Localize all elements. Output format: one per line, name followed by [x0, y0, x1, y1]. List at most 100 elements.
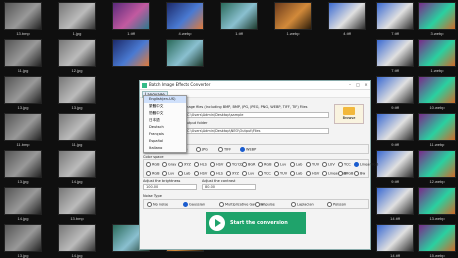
colorspace-radio[interactable]: RGB: [258, 162, 272, 167]
colorspace-radio[interactable]: HSV: [210, 162, 223, 167]
thumbnail-image[interactable]: [58, 150, 96, 178]
colorspace-radio[interactable]: XYZ: [178, 162, 191, 167]
thumbnail-image[interactable]: [418, 76, 456, 104]
language-option[interactable]: 簡體中文: [144, 110, 186, 117]
radio-dot-icon: [162, 162, 167, 167]
thumbnail-image[interactable]: [58, 224, 96, 252]
radio-dot-icon: [178, 171, 183, 176]
language-option[interactable]: Español: [144, 138, 186, 145]
thumbnail-image[interactable]: [112, 2, 150, 30]
thumbnail-image[interactable]: [4, 224, 42, 252]
noise-radio[interactable]: Laplacian: [291, 202, 314, 207]
colorspace-radio[interactable]: Luv: [274, 162, 286, 167]
colorspace-radio[interactable]: RGB: [146, 171, 160, 176]
thumbnail-image[interactable]: [58, 39, 96, 67]
colorspace-radio[interactable]: HSV: [306, 171, 319, 176]
thumbnail-image[interactable]: [376, 2, 414, 30]
colorspace-radio[interactable]: Lab: [290, 162, 302, 167]
colorspace-radio[interactable]: YUV: [274, 171, 287, 176]
language-option[interactable]: 日本語: [144, 117, 186, 124]
radio-dot-icon: [274, 171, 279, 176]
colorspace-radio[interactable]: Luv: [242, 171, 254, 176]
thumbnail-image[interactable]: [112, 39, 150, 67]
language-option[interactable]: Deutsch: [144, 124, 186, 131]
thumbnail-image[interactable]: [58, 76, 96, 104]
thumbnail-image[interactable]: [4, 76, 42, 104]
thumbnail-image[interactable]: [376, 113, 414, 141]
thumbnail-image[interactable]: [4, 39, 42, 67]
thumbnail-image[interactable]: [58, 187, 96, 215]
thumbnail-image[interactable]: [376, 76, 414, 104]
colorspace-label: XYZ: [232, 171, 239, 176]
noise-radio[interactable]: Poisson: [327, 202, 346, 207]
thumbnail-image[interactable]: [274, 2, 312, 30]
thumbnail-image[interactable]: [418, 113, 456, 141]
colorspace-radio[interactable]: sRGB: [338, 171, 353, 176]
thumbnail-image[interactable]: [418, 224, 456, 252]
folder-icon: [343, 107, 355, 115]
thumbnail-image[interactable]: [376, 224, 414, 252]
thumbnail-image[interactable]: [376, 150, 414, 178]
thumbnail-image[interactable]: [418, 150, 456, 178]
colorspace-label: Lab: [296, 171, 303, 176]
thumbnail-caption: 14.jpg: [17, 216, 29, 221]
brightness-input[interactable]: 100.00: [143, 184, 197, 190]
title-bar: Batch Image Effects Converter – □ ×: [140, 81, 370, 90]
colorspace-radio[interactable]: Gray: [162, 162, 176, 167]
colorspace-radio[interactable]: YCrCb: [226, 162, 243, 167]
noise-radio[interactable]: Gaussian: [183, 202, 205, 207]
thumbnail-image[interactable]: [376, 187, 414, 215]
format-radio[interactable]: TIFF: [218, 147, 231, 152]
browse-label: Browse: [342, 116, 356, 120]
start-conversion-button[interactable]: Start the conversion: [206, 212, 306, 234]
colorspace-radio[interactable]: HLS: [194, 162, 207, 167]
format-radio[interactable]: WEBP: [240, 147, 256, 152]
colorspace-radio[interactable]: LinearRGB: [354, 162, 378, 167]
colorspace-radio[interactable]: Luv: [162, 171, 174, 176]
language-option[interactable]: 繁體中文: [144, 103, 186, 110]
input-path-field[interactable]: C:\Users\Admin\Desktop\sample: [184, 112, 329, 118]
colorspace-radio[interactable]: RGB: [146, 162, 160, 167]
language-option[interactable]: Italiano: [144, 145, 186, 152]
thumbnail-caption: 13.jpg: [17, 253, 29, 258]
thumbnail-image[interactable]: [166, 2, 204, 30]
contrast-label: Adjust the contrast: [202, 179, 236, 183]
noise-radio[interactable]: No noise: [147, 202, 168, 207]
colorspace-radio[interactable]: Bw: [354, 171, 365, 176]
thumbnail-image[interactable]: [328, 2, 366, 30]
format-radio[interactable]: JPG: [196, 147, 208, 152]
thumbnail-image[interactable]: [376, 39, 414, 67]
maximize-icon[interactable]: □: [354, 81, 362, 89]
contrast-input[interactable]: 80.00: [202, 184, 256, 190]
thumbnail-image[interactable]: [4, 150, 42, 178]
thumbnail-image[interactable]: [4, 113, 42, 141]
thumbnail-image[interactable]: [166, 39, 204, 67]
thumbnail-image[interactable]: [58, 2, 96, 30]
noise-radio[interactable]: Impulse: [255, 202, 275, 207]
browse-button[interactable]: Browse: [334, 104, 364, 124]
thumbnail-image[interactable]: [418, 187, 456, 215]
colorspace-radio[interactable]: Lab: [178, 171, 190, 176]
thumbnail-image[interactable]: [4, 187, 42, 215]
colorspace-radio[interactable]: YUV: [306, 162, 319, 167]
colorspace-radio[interactable]: BGR: [242, 162, 255, 167]
colorspace-radio[interactable]: HSV: [194, 171, 207, 176]
thumbnail-image[interactable]: [4, 2, 42, 30]
colorspace-radio[interactable]: YCC: [258, 171, 271, 176]
colorspace-radio[interactable]: Lab: [290, 171, 302, 176]
thumbnail-image[interactable]: [418, 39, 456, 67]
thumbnail-image[interactable]: [58, 113, 96, 141]
colorspace-radio[interactable]: YCC: [338, 162, 351, 167]
close-icon[interactable]: ×: [362, 81, 370, 89]
minimize-icon[interactable]: –: [346, 81, 354, 89]
language-option[interactable]: English(en-US): [144, 96, 186, 103]
language-option[interactable]: Français: [144, 131, 186, 138]
colorspace-radio[interactable]: LUV: [322, 162, 335, 167]
radio-dot-icon: [322, 162, 327, 167]
output-path-field[interactable]: C:\Users\Admin\Desktop\NEO\Output\Files: [184, 128, 329, 134]
colorspace-radio[interactable]: XYZ: [226, 171, 239, 176]
colorspace-label: YCC: [264, 171, 271, 176]
colorspace-radio[interactable]: HLS: [210, 171, 223, 176]
thumbnail-image[interactable]: [220, 2, 258, 30]
thumbnail-image[interactable]: [418, 2, 456, 30]
